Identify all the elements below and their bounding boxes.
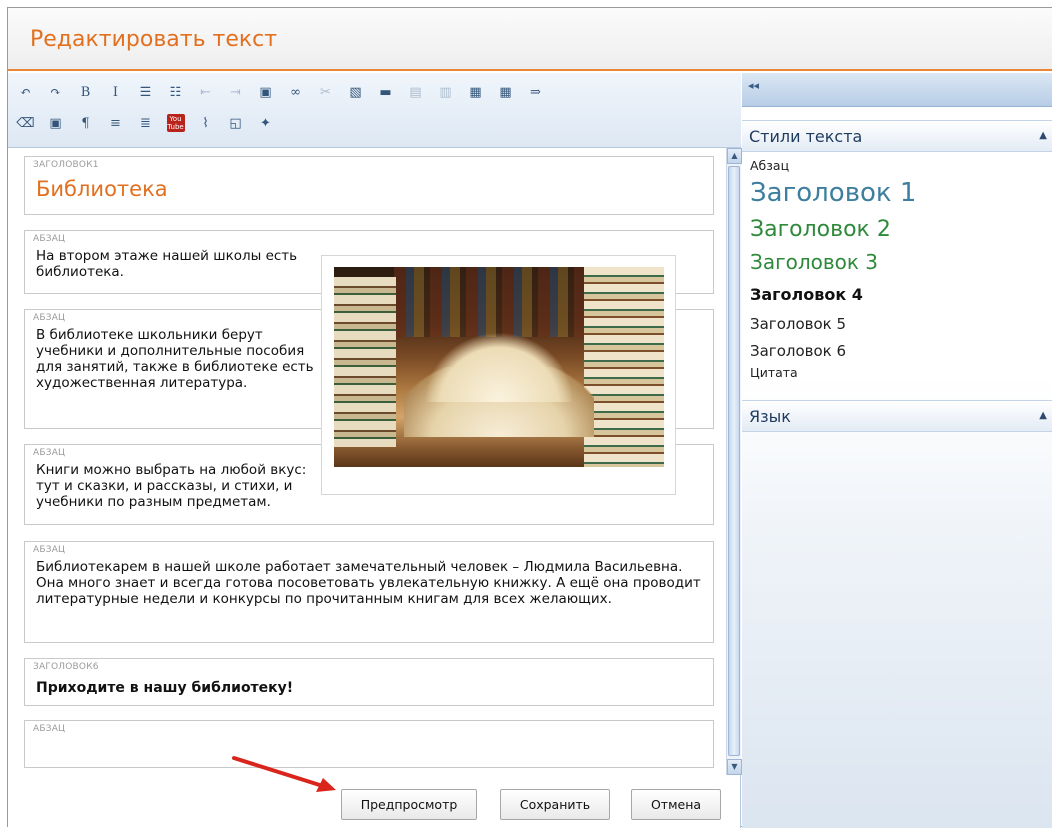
table-icon[interactable]: ▦ <box>494 81 517 103</box>
text-styles-title: Стили текста <box>749 127 863 146</box>
bold-icon[interactable]: B <box>74 81 97 103</box>
indent-icon[interactable]: ⇥ <box>224 81 247 103</box>
editor-area: ↶ ↷ B I ☰ ☷ ⇤ ⇥ ▣ ∞ ✂ ▧ ▬ ▤ ▥ ▦ ▦ ⇒ ⌫ ▣ ¶ ≡ ≣ You Tube ⌇ ◱ ✦ ЗАГО… <box>8 73 742 828</box>
style-heading-2[interactable]: Заголовок 2 <box>750 217 891 242</box>
media-icon[interactable]: ▬ <box>374 81 397 103</box>
scroll-thumb[interactable] <box>728 166 740 756</box>
insert-page-icon[interactable]: ◱ <box>224 112 247 134</box>
empty-paragraph-block[interactable]: АБЗАЦ <box>24 720 714 768</box>
style-heading-6[interactable]: Заголовок 6 <box>750 342 846 360</box>
editor-content[interactable]: ЗАГОЛОВОК1 Библиотека АБЗАЦ На втором эт… <box>8 148 725 828</box>
paragraph-icon[interactable]: ¶ <box>74 112 97 134</box>
bullet-list-icon[interactable]: ☷ <box>164 81 187 103</box>
window-title: Редактировать текст <box>30 27 278 52</box>
heading6-text[interactable]: Приходите в нашу библиотеку! <box>36 680 705 696</box>
paragraph-text[interactable]: В библиотеке школьники берут учебники и … <box>36 327 316 391</box>
eraser-icon[interactable]: ⌫ <box>14 112 37 134</box>
paragraph-text[interactable]: Книги можно выбрать на любой вкус: тут и… <box>36 462 331 510</box>
heading1-block[interactable]: ЗАГОЛОВОК1 Библиотека <box>24 156 714 215</box>
save-button[interactable]: Сохранить <box>500 789 610 820</box>
attachment-icon[interactable]: ⌇ <box>194 112 217 134</box>
redo-icon[interactable]: ↷ <box>44 81 67 103</box>
paragraph-block[interactable]: АБЗАЦ Библиотекарем в нашей школе работа… <box>24 541 714 643</box>
block-type-label: АБЗАЦ <box>33 234 66 244</box>
style-heading-5[interactable]: Заголовок 5 <box>750 315 846 333</box>
outdent-icon[interactable]: ⇤ <box>194 81 217 103</box>
paragraph-text[interactable]: На втором этаже нашей школы есть библиот… <box>36 248 326 280</box>
block-type-label: АБЗАЦ <box>33 313 66 323</box>
undo-icon[interactable]: ↶ <box>14 81 37 103</box>
heading1-text[interactable]: Библиотека <box>36 179 705 200</box>
puzzle-icon[interactable]: ✦ <box>254 112 277 134</box>
library-books-image[interactable] <box>334 267 664 467</box>
style-quote[interactable]: Цитата <box>750 365 798 380</box>
text-styles-header[interactable]: Стили текста ▲ <box>742 120 1052 152</box>
italic-icon[interactable]: I <box>104 81 127 103</box>
cancel-button[interactable]: Отмена <box>631 789 721 820</box>
book-stack-left <box>334 277 396 447</box>
heading6-block[interactable]: ЗАГОЛОВОК6 Приходите в нашу библиотеку! <box>24 658 714 706</box>
link-icon[interactable]: ∞ <box>284 81 307 103</box>
vertical-scrollbar[interactable]: ▲ ▼ <box>726 148 742 775</box>
language-title: Язык <box>749 407 791 426</box>
red-pointer-arrow-icon <box>232 756 336 792</box>
scroll-up-icon[interactable]: ▲ <box>727 148 742 164</box>
horizontal-rule-icon[interactable]: ≡ <box>104 112 127 134</box>
library-image-frame[interactable] <box>321 255 676 495</box>
column-left-icon[interactable]: ▤ <box>404 81 427 103</box>
language-header[interactable]: Язык ▲ <box>742 400 1052 432</box>
style-heading-4[interactable]: Заголовок 4 <box>750 285 863 304</box>
unlink-icon[interactable]: ✂ <box>314 81 337 103</box>
book-stack-right <box>584 267 664 467</box>
collapse-up-icon[interactable]: ▲ <box>1039 130 1047 141</box>
block-type-label: АБЗАЦ <box>33 545 66 555</box>
block-type-label: АБЗАЦ <box>33 448 66 458</box>
youtube-icon[interactable]: You Tube <box>164 112 187 134</box>
scroll-down-icon[interactable]: ▼ <box>727 759 742 775</box>
widget-icon[interactable]: ▣ <box>44 112 67 134</box>
block-type-label: ЗАГОЛОВОК1 <box>33 160 99 170</box>
paste-icon[interactable]: ▣ <box>254 81 277 103</box>
style-paragraph[interactable]: Абзац <box>750 158 789 173</box>
wrap-icon[interactable]: ⇒ <box>524 81 547 103</box>
panel-header: ◂◂ <box>742 73 1052 107</box>
editor-toolbar: ↶ ↷ B I ☰ ☷ ⇤ ⇥ ▣ ∞ ✂ ▧ ▬ ▤ ▥ ▦ ▦ ⇒ ⌫ ▣ ¶ ≡ ≣ You Tube ⌇ ◱ ✦ <box>8 73 741 148</box>
column-right-icon[interactable]: ▥ <box>434 81 457 103</box>
block-type-label: АБЗАЦ <box>33 724 66 734</box>
image-icon[interactable]: ▧ <box>344 81 367 103</box>
preview-button[interactable]: Предпросмотр <box>341 789 477 820</box>
style-heading-3[interactable]: Заголовок 3 <box>750 250 878 274</box>
collapse-up-icon[interactable]: ▲ <box>1039 410 1047 421</box>
numbered-list-icon[interactable]: ☰ <box>134 81 157 103</box>
title-bar: Редактировать текст <box>8 8 1052 71</box>
paragraph-text[interactable]: Библиотекарем в нашей школе работает зам… <box>36 559 705 607</box>
collapse-panel-icon[interactable]: ◂◂ <box>748 79 759 92</box>
toolbar-row-1: ↶ ↷ B I ☰ ☷ ⇤ ⇥ ▣ ∞ ✂ ▧ ▬ ▤ ▥ ▦ ▦ ⇒ <box>14 78 554 106</box>
style-heading-1[interactable]: Заголовок 1 <box>750 178 916 208</box>
align-icon[interactable]: ≣ <box>134 112 157 134</box>
bookshelf-background <box>394 267 584 337</box>
edit-text-window: Редактировать текст ↶ ↷ B I ☰ ☷ ⇤ ⇥ ▣ ∞ ✂ ▧ ▬ ▤ ▥ ▦ ▦ ⇒ ⌫… <box>7 7 1052 828</box>
toolbar-row-2: ⌫ ▣ ¶ ≡ ≣ You Tube ⌇ ◱ ✦ <box>14 109 284 137</box>
block-type-label: ЗАГОЛОВОК6 <box>33 662 99 672</box>
side-panel: ◂◂ Стили текста ▲ Абзац Заголовок 1 Заго… <box>742 73 1052 828</box>
open-book-pages <box>424 332 574 402</box>
layout-icon[interactable]: ▦ <box>464 81 487 103</box>
